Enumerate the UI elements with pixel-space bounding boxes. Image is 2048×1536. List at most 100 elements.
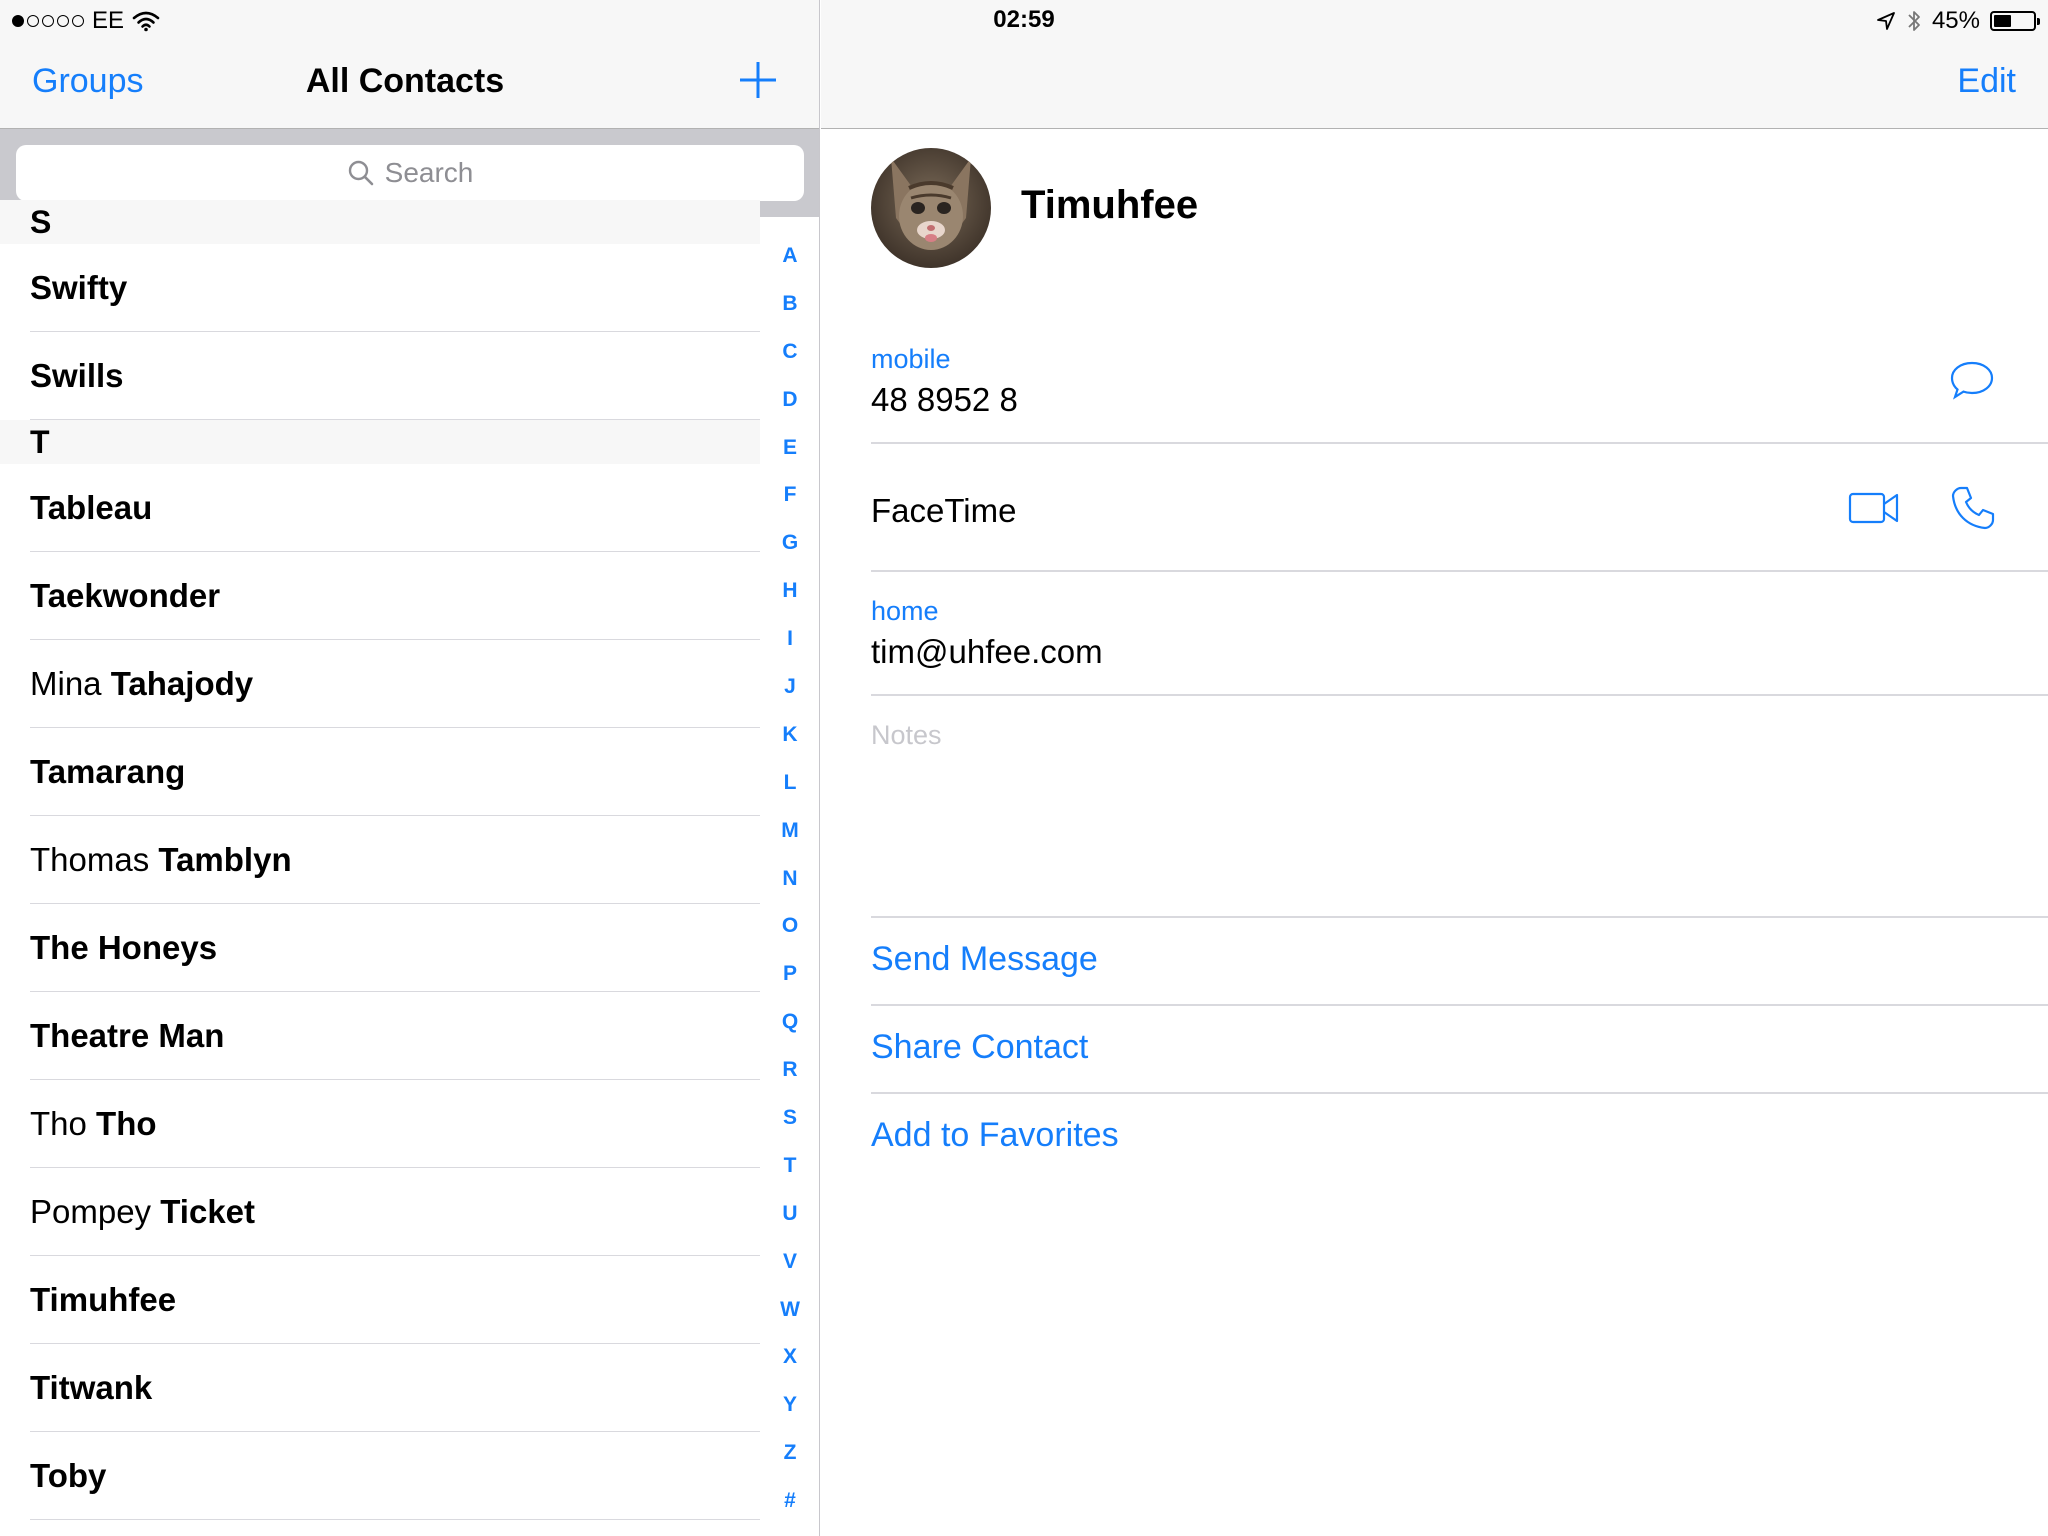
home-label: home [871,596,939,626]
index-letter[interactable]: Y [770,1381,810,1429]
last-name: Taekwonder [30,577,221,614]
last-name: Theatre Man [30,1017,225,1054]
contact-row-name: Taekwonder [30,552,220,640]
index-letter[interactable]: V [770,1238,810,1286]
index-letter[interactable]: B [770,280,810,328]
contact-row[interactable]: Timuhfee [0,1256,760,1344]
page-title: All Contacts [305,62,505,100]
search-input[interactable]: Search [16,145,804,201]
index-letter[interactable]: C [770,328,810,376]
send-message-button[interactable]: Send Message [871,940,1098,979]
video-camera-icon[interactable] [1848,488,1900,528]
index-letter[interactable]: H [770,567,810,615]
first-name: Mina [30,665,111,702]
index-letter[interactable]: U [770,1190,810,1238]
contact-row-name: Pompey Ticket [30,1168,255,1256]
index-letter[interactable]: N [770,855,810,903]
contact-row[interactable]: Tableau [0,464,760,552]
index-letter[interactable]: F [770,471,810,519]
contact-row[interactable]: Tamarang [0,728,760,816]
add-to-favorites-button[interactable]: Add to Favorites [871,1116,1119,1155]
last-name: Tamblyn [158,841,292,878]
index-letter[interactable]: X [770,1333,810,1381]
last-name: Tahajody [110,665,254,702]
separator [871,1004,2048,1006]
index-letter[interactable]: Z [770,1429,810,1477]
index-letter[interactable]: W [770,1286,810,1334]
last-name: Tableau [30,489,153,526]
separator [871,694,2048,696]
last-name: The Honeys [30,929,218,966]
contact-row[interactable]: Thomas Tamblyn [0,816,760,904]
edit-button[interactable]: Edit [1957,62,2016,101]
section-header: T [0,420,760,464]
last-name: Toby [30,1457,107,1494]
separator [871,442,2048,444]
contact-row[interactable]: Pompey Ticket [0,1168,760,1256]
index-letter[interactable]: A [770,232,810,280]
last-name: Ticket [160,1193,256,1230]
contact-row[interactable]: Titwank [0,1344,760,1432]
first-name: Tho [30,1105,97,1142]
search-placeholder: Search [384,157,474,188]
contact-row-name: Tableau [30,464,152,552]
phone-icon[interactable] [1949,484,1997,532]
separator [871,1092,2048,1094]
section-header: S [0,200,760,244]
index-letter[interactable]: K [770,711,810,759]
contact-detail-pane: Edit Timuhfee mobile 48 8952 8 FaceTime [821,0,2048,1536]
mobile-value: 48 8952 8 [871,381,1018,418]
contact-row[interactable]: Taekwonder [0,552,760,640]
section-index[interactable]: A B C D E F G H I J K L M N O P Q R S T U V W X Y Z # [770,232,810,1525]
last-name: Swifty [30,269,128,306]
location-arrow-icon [1877,12,1895,30]
index-letter[interactable]: Q [770,998,810,1046]
index-letter[interactable]: T [770,1142,810,1190]
contacts-list-pane: Groups All Contacts Search S Swifty Swills… [0,0,820,1536]
contact-row-name: Mina Tahajody [30,640,253,728]
index-letter[interactable]: J [770,663,810,711]
avatar [871,148,991,268]
email-field[interactable]: home tim@uhfee.com [871,596,2048,671]
index-letter[interactable]: S [770,1094,810,1142]
index-letter[interactable]: P [770,950,810,998]
contact-row[interactable]: Tho Tho [0,1080,760,1168]
share-contact-button[interactable]: Share Contact [871,1028,1088,1067]
message-bubble-icon[interactable] [1949,360,1995,400]
contact-row[interactable]: Mina Tahajody [0,640,760,728]
contact-row-name: Tho Tho [30,1080,157,1168]
index-letter[interactable]: L [770,759,810,807]
last-name: Titwank [30,1369,153,1406]
contact-row[interactable]: Toby [0,1432,760,1520]
status-right: 45% [1876,6,2040,36]
contact-row[interactable]: Swifty [0,244,760,332]
last-name: Tho [96,1105,157,1142]
separator [871,570,2048,572]
plus-icon[interactable] [734,56,782,104]
contact-row-name: Swills [30,332,124,420]
contact-row[interactable]: Theatre Man [0,992,760,1080]
contact-row[interactable]: Swills [0,332,760,420]
index-letter[interactable]: I [770,615,810,663]
search-icon [348,160,373,186]
index-letter[interactable]: R [770,1046,810,1094]
status-bar: EE 02:59 45% [0,0,2048,40]
index-letter[interactable]: O [770,902,810,950]
index-letter[interactable]: G [770,519,810,567]
last-name: Timuhfee [30,1281,177,1318]
index-letter[interactable]: D [770,376,810,424]
index-letter[interactable]: E [770,424,810,472]
battery-percent: 45% [1931,7,1980,34]
contact-name: Timuhfee [1021,183,1199,227]
index-letter[interactable]: M [770,807,810,855]
notes-field[interactable]: Notes [871,720,942,751]
contact-row-name: Toby [30,1432,106,1520]
index-letter[interactable]: # [770,1477,810,1525]
contact-row-name: Theatre Man [30,992,224,1080]
first-name: Pompey [30,1193,161,1230]
last-name: Tamarang [30,753,186,790]
email-value: tim@uhfee.com [871,633,1103,670]
mobile-field[interactable]: mobile 48 8952 8 [871,344,2048,419]
mobile-label: mobile [871,344,951,374]
contact-row[interactable]: The Honeys [0,904,760,992]
